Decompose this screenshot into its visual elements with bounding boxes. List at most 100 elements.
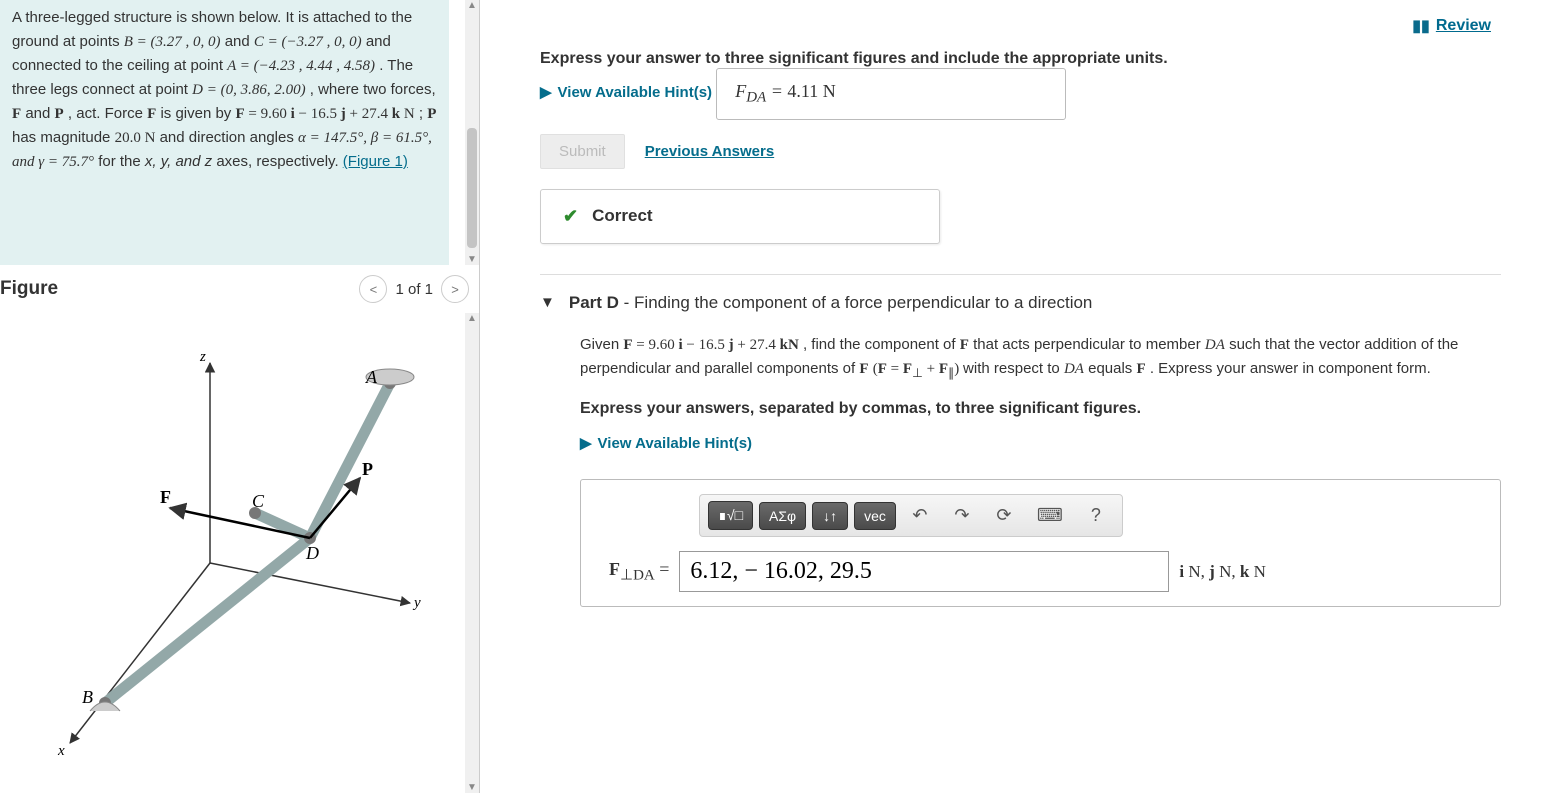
da: DA — [1064, 361, 1084, 377]
f: F — [960, 337, 969, 353]
figure-area: z y x — [0, 313, 479, 793]
force-f: F — [147, 106, 156, 122]
part-c-answer-box: FDA = 4.11 N — [716, 68, 1066, 120]
svg-text:x: x — [57, 743, 65, 759]
part-d-title: - Finding the component of a force perpe… — [619, 293, 1092, 312]
svg-text:F: F — [160, 487, 171, 507]
scroll-down-icon[interactable]: ▼ — [467, 254, 477, 265]
svg-text:z: z — [199, 349, 206, 365]
submit-button[interactable]: Submit — [540, 134, 625, 169]
vec-button[interactable]: vec — [854, 502, 896, 530]
part-d-label: Part D - Finding the component of a forc… — [569, 293, 1093, 313]
part-c-section: Express your answer to three significant… — [540, 50, 1501, 244]
previous-answers-link[interactable]: Previous Answers — [645, 143, 775, 160]
figure-scrollbar[interactable]: ▲ ▼ — [465, 313, 479, 793]
paren: (F = F⊥ + F∥) — [873, 361, 963, 377]
force-p: P — [55, 106, 64, 122]
svg-text:P: P — [362, 459, 373, 479]
txt: that acts perpendicular to member — [973, 336, 1205, 353]
subsup-button[interactable]: ↓↑ — [812, 502, 848, 530]
p-mag: 20.0 N — [115, 130, 156, 146]
force-f: F — [12, 106, 21, 122]
scroll-up-icon[interactable]: ▲ — [467, 313, 477, 324]
txt: , find the component of — [803, 336, 960, 353]
keyboard-button[interactable]: ⌨ — [1028, 500, 1072, 531]
review-link[interactable]: ▮▮ Review — [1412, 16, 1491, 36]
f-equation: F = 9.60 i − 16.5 j + 27.4 k N — [235, 106, 414, 122]
scrollbar[interactable]: ▲ ▼ — [465, 0, 479, 265]
part-d-name: Part D — [569, 293, 619, 312]
answer-label: F⊥DA = — [609, 556, 669, 588]
point-a: A = (−4.23 , 4.44 , 4.58) — [227, 58, 375, 74]
scroll-thumb[interactable] — [467, 128, 477, 248]
svg-text:B: B — [82, 687, 93, 707]
answer-input[interactable] — [679, 551, 1169, 592]
svg-text:C: C — [252, 491, 265, 511]
da: DA — [1205, 337, 1225, 353]
text: and — [25, 105, 54, 122]
templates-button[interactable]: ∎√□ — [708, 501, 753, 530]
correct-label: Correct — [592, 206, 652, 226]
scroll-down-icon[interactable]: ▼ — [467, 782, 477, 793]
chevron-down-icon: ▼ — [540, 294, 555, 311]
text: is given by — [160, 105, 235, 122]
txt: . Express your answer in component form. — [1150, 360, 1431, 377]
left-panel: A three-legged structure is shown below.… — [0, 0, 480, 793]
f: F — [1136, 361, 1145, 377]
correct-feedback: ✔ Correct — [540, 189, 940, 244]
force-p: P — [427, 106, 436, 122]
next-figure-button[interactable]: > — [441, 275, 469, 303]
equation-toolbar: ∎√□ ΑΣφ ↓↑ vec ↶ ↷ ⟳ ⌨ ? — [699, 494, 1123, 537]
answer-row: F⊥DA = i N, j N, k N — [599, 551, 1482, 592]
part-d-text: Given F = 9.60 i − 16.5 j + 27.4 kN , fi… — [580, 333, 1501, 384]
text: for the — [98, 153, 145, 170]
right-panel: ▮▮ Review Express your answer to three s… — [480, 0, 1541, 793]
text: and — [225, 33, 254, 50]
redo-button[interactable]: ↷ — [944, 500, 980, 531]
book-icon: ▮▮ — [1412, 16, 1430, 36]
figure-title: Figure — [0, 278, 58, 300]
part-d-body: Given F = 9.60 i − 16.5 j + 27.4 kN , fi… — [580, 333, 1501, 608]
undo-button[interactable]: ↶ — [902, 500, 938, 531]
answer-value: 4.11 N — [787, 81, 835, 101]
chevron-right-icon: ▶ — [580, 432, 592, 455]
txt: Given — [580, 336, 623, 353]
page: A three-legged structure is shown below.… — [0, 0, 1541, 793]
part-c-instruction: Express your answer to three significant… — [540, 50, 1501, 68]
point-b: B = (3.27 , 0, 0) — [124, 34, 221, 50]
svg-text:y: y — [412, 595, 421, 611]
submit-row: Submit Previous Answers — [540, 134, 1501, 169]
svg-text:A: A — [365, 367, 378, 387]
part-d-header[interactable]: ▼ Part D - Finding the component of a fo… — [540, 274, 1501, 313]
part-d-answer-panel: ∎√□ ΑΣφ ↓↑ vec ↶ ↷ ⟳ ⌨ ? F⊥DA = i N, j N… — [580, 479, 1501, 607]
text: , act. Force — [68, 105, 147, 122]
txt: with respect to — [963, 360, 1064, 377]
greek-button[interactable]: ΑΣφ — [759, 502, 806, 530]
text: , where two forces, — [310, 81, 436, 98]
structure-diagram: z y x — [30, 343, 430, 763]
help-button[interactable]: ? — [1078, 500, 1114, 531]
figure-image: z y x — [0, 313, 465, 793]
figure-pager: < 1 of 1 > — [359, 275, 469, 303]
hints-toggle[interactable]: ▶ View Available Hint(s) — [540, 83, 712, 101]
hints-label: View Available Hint(s) — [558, 84, 713, 101]
scroll-up-icon[interactable]: ▲ — [467, 0, 477, 11]
axes: x, y, and z — [145, 153, 212, 170]
figure-link[interactable]: (Figure 1) — [343, 153, 408, 170]
f-eqn: F = 9.60 i − 16.5 j + 27.4 kN — [623, 337, 798, 353]
txt: equals — [1088, 360, 1136, 377]
point-d: D = (0, 3.86, 2.00) — [192, 82, 305, 98]
figure-pager-label: 1 of 1 — [395, 281, 433, 298]
svg-text:D: D — [305, 543, 319, 563]
check-icon: ✔ — [563, 206, 578, 227]
text: axes, respectively. — [216, 153, 338, 170]
chevron-right-icon: ▶ — [540, 83, 552, 101]
hints-label: View Available Hint(s) — [598, 432, 753, 455]
review-label: Review — [1436, 17, 1491, 35]
reset-button[interactable]: ⟳ — [986, 500, 1022, 531]
prev-figure-button[interactable]: < — [359, 275, 387, 303]
hints-toggle[interactable]: ▶ View Available Hint(s) — [580, 432, 752, 455]
answer-units: i N, j N, k N — [1179, 559, 1265, 585]
problem-scroll: A three-legged structure is shown below.… — [0, 0, 479, 265]
point-c: C = (−3.27 , 0, 0) — [254, 34, 362, 50]
